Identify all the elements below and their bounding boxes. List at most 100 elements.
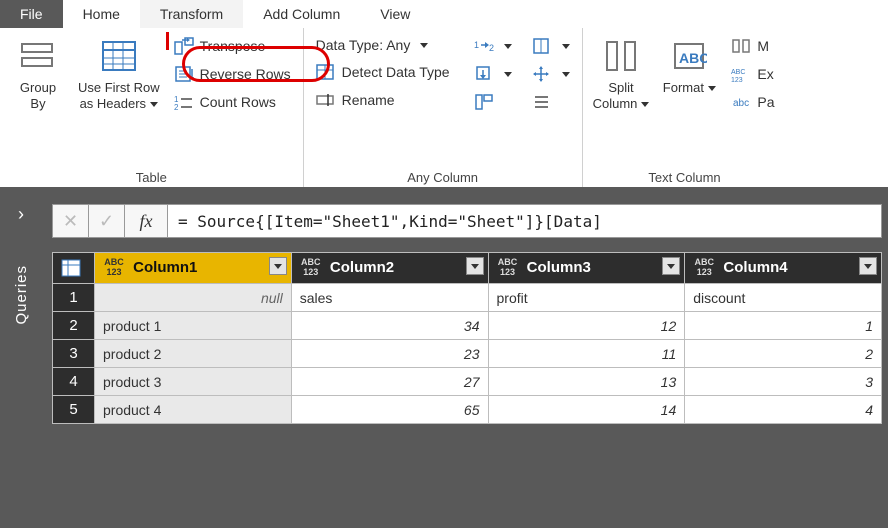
grid-cell[interactable]: product 4 [95, 396, 292, 424]
table-row[interactable]: 5 product 4 65 14 4 [53, 396, 882, 424]
parse-button[interactable]: abc Pa [727, 90, 778, 114]
group-by-icon [20, 38, 56, 74]
grid-cell[interactable]: null [95, 284, 292, 312]
parse-label: Pa [757, 94, 774, 110]
move-dropdown[interactable] [528, 62, 574, 86]
table-row[interactable]: 4 product 3 27 13 3 [53, 368, 882, 396]
pivot-button[interactable] [470, 90, 516, 114]
formula-cancel-button[interactable]: ✕ [52, 204, 88, 238]
list-icon [532, 93, 552, 111]
format-label: Format [663, 80, 716, 96]
row-number: 3 [53, 340, 95, 368]
count-rows-button[interactable]: 12 Count Rows [170, 90, 295, 114]
formula-input[interactable] [168, 204, 882, 238]
use-first-row-button[interactable]: Use First Row as Headers [76, 34, 162, 115]
grid-cell[interactable]: 3 [685, 368, 882, 396]
column-2-filter-button[interactable] [466, 257, 484, 275]
grid-corner[interactable] [53, 253, 95, 284]
tab-file[interactable]: File [0, 0, 63, 28]
grid-cell[interactable]: 13 [488, 368, 685, 396]
extract-icon: ABC123 [731, 65, 751, 83]
grid-cell[interactable]: 11 [488, 340, 685, 368]
grid-cell[interactable]: 4 [685, 396, 882, 424]
detect-data-type-button[interactable]: Detect Data Type [312, 60, 454, 84]
rename-label: Rename [342, 92, 395, 108]
grid-cell[interactable]: sales [291, 284, 488, 312]
format-icon: ABC [671, 38, 707, 74]
table-row[interactable]: 2 product 1 34 12 1 [53, 312, 882, 340]
grid-cell[interactable]: profit [488, 284, 685, 312]
table-row[interactable]: 3 product 2 23 11 2 [53, 340, 882, 368]
column-header-1[interactable]: ABC123 Column1 [95, 253, 292, 284]
data-type-label: Data Type: Any [316, 37, 411, 53]
expand-queries-button[interactable]: › [18, 204, 24, 225]
grid-cell[interactable]: 65 [291, 396, 488, 424]
grid-cell[interactable]: 23 [291, 340, 488, 368]
data-grid: ABC123 Column1 ABC123 Column2 ABC123 Col… [52, 252, 882, 424]
grid-cell[interactable]: 2 [685, 340, 882, 368]
queries-label: Queries [13, 265, 30, 325]
type-any-icon: ABC123 [693, 257, 715, 279]
grid-cell[interactable]: discount [685, 284, 882, 312]
count-rows-label: Count Rows [200, 94, 276, 110]
column-header-3-label: Column3 [527, 259, 591, 276]
format-button[interactable]: ABC Format [659, 34, 719, 115]
column-header-2[interactable]: ABC123 Column2 [291, 253, 488, 284]
group-by-label: Group By [20, 80, 56, 111]
column-header-3[interactable]: ABC123 Column3 [488, 253, 685, 284]
column-1-filter-button[interactable] [269, 257, 287, 275]
replace-values-dropdown[interactable]: 12 [470, 34, 516, 58]
grid-cell[interactable]: 14 [488, 396, 685, 424]
grid-cell[interactable]: 12 [488, 312, 685, 340]
tab-add-column[interactable]: Add Column [243, 0, 360, 28]
extract-button[interactable]: ABC123 Ex [727, 62, 778, 86]
merge-columns-button[interactable]: M [727, 34, 778, 58]
column-3-filter-button[interactable] [662, 257, 680, 275]
transpose-icon [174, 37, 194, 55]
tab-transform[interactable]: Transform [140, 0, 243, 28]
row-number: 2 [53, 312, 95, 340]
queries-panel-collapsed: › Queries [0, 190, 42, 528]
reverse-rows-icon [174, 65, 194, 83]
ribbon-group-text-column: Split Column ABC Format M ABC123 Ex abc [583, 28, 787, 187]
grid-cell[interactable]: product 3 [95, 368, 292, 396]
tab-home[interactable]: Home [63, 0, 140, 28]
svg-text:123: 123 [731, 77, 743, 83]
grid-cell[interactable]: 34 [291, 312, 488, 340]
column-header-4-label: Column4 [723, 259, 787, 276]
reverse-rows-button[interactable]: Reverse Rows [170, 62, 295, 86]
fill-dropdown[interactable] [470, 62, 516, 86]
grid-body: 1 null sales profit discount 2 product 1… [53, 284, 882, 424]
reverse-rows-label: Reverse Rows [200, 66, 291, 82]
type-any-icon: ABC123 [103, 257, 125, 279]
count-rows-icon: 12 [174, 93, 194, 111]
grid-cell[interactable]: 1 [685, 312, 882, 340]
ribbon-group-any-column: Data Type: Any Detect Data Type Rename [304, 28, 583, 187]
table-row[interactable]: 1 null sales profit discount [53, 284, 882, 312]
unpivot-dropdown[interactable] [528, 34, 574, 58]
convert-list-button[interactable] [528, 90, 574, 114]
replace-icon: 12 [474, 37, 494, 55]
pivot-icon [474, 93, 494, 111]
tab-view[interactable]: View [360, 0, 430, 28]
table-headers-icon [101, 38, 137, 74]
move-icon [532, 65, 552, 83]
split-column-button[interactable]: Split Column [591, 34, 652, 115]
fx-icon: fx [124, 204, 168, 238]
ribbon-group-table-label: Table [8, 166, 295, 185]
grid-cell[interactable]: 27 [291, 368, 488, 396]
ribbon-group-text-label: Text Column [591, 166, 779, 185]
rename-icon [316, 91, 336, 109]
transpose-button[interactable]: Transpose [170, 34, 295, 58]
group-by-button[interactable]: Group By [8, 34, 68, 115]
type-any-icon: ABC123 [300, 257, 322, 279]
unpivot-icon [532, 37, 552, 55]
formula-commit-button[interactable]: ✓ [88, 204, 124, 238]
column-4-filter-button[interactable] [859, 257, 877, 275]
grid-cell[interactable]: product 2 [95, 340, 292, 368]
grid-cell[interactable]: product 1 [95, 312, 292, 340]
column-header-4[interactable]: ABC123 Column4 [685, 253, 882, 284]
data-type-dropdown[interactable]: Data Type: Any [312, 34, 454, 56]
svg-text:1: 1 [474, 40, 479, 50]
rename-button[interactable]: Rename [312, 88, 454, 112]
